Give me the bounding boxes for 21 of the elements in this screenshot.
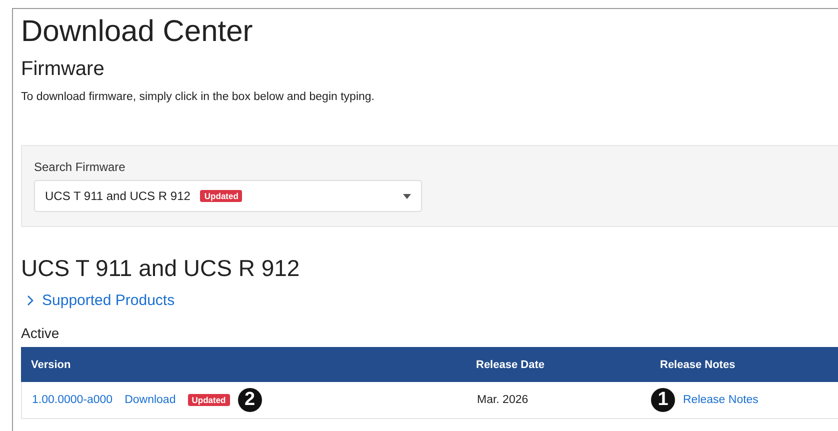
release-date: Mar. 2026: [477, 394, 528, 406]
supported-products-toggle[interactable]: Supported Products: [21, 292, 175, 309]
version-link[interactable]: 1.00.0000-a000: [32, 394, 113, 406]
intro-text: To download firmware, simply click in the box below and begin typing.: [21, 91, 376, 103]
product-title: UCS T 911 and UCS R 912: [21, 255, 301, 282]
chevron-icon: [27, 295, 34, 306]
section-title: Firmware: [21, 57, 106, 81]
firmware-select[interactable]: UCS T 911 and UCS R 912 Updated: [34, 180, 422, 212]
group-label: Active: [21, 325, 60, 341]
column-header: Version: [30, 358, 72, 370]
updated-badge: Updated: [200, 190, 242, 202]
download-link[interactable]: Download: [124, 394, 176, 406]
search-label: Search Firmware: [34, 160, 126, 174]
release-notes-link[interactable]: Release Notes: [683, 394, 758, 406]
callout-number: 1: [651, 388, 675, 412]
callout-number: 2: [238, 388, 262, 412]
caret-icon: [403, 194, 411, 198]
column-header: Release Date: [475, 358, 546, 370]
updated-badge: Updated: [188, 394, 230, 406]
page-title: Download Center: [21, 15, 254, 49]
column-header: Release Notes: [659, 358, 736, 370]
